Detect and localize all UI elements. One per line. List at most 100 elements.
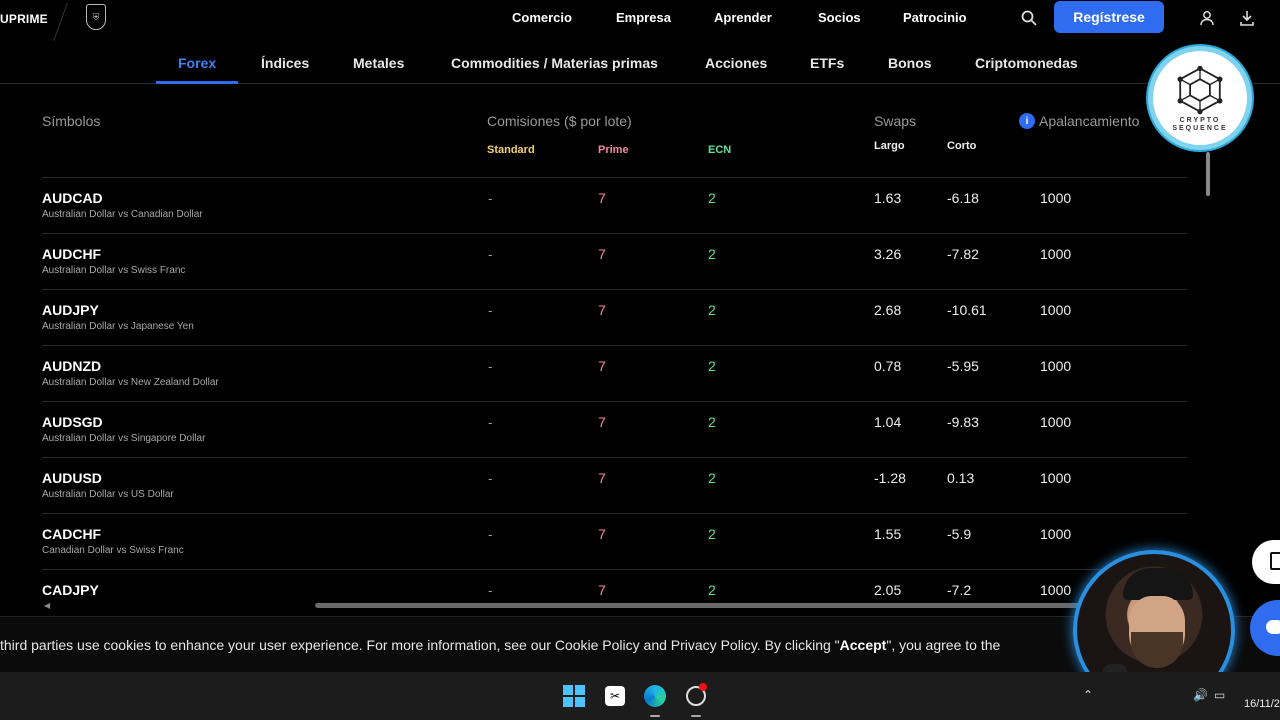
- nav-link-aprender[interactable]: Aprender: [714, 10, 772, 25]
- network-cube-icon: [1177, 65, 1223, 115]
- commission-standard: -: [488, 358, 493, 374]
- volume-icon[interactable]: 🔊: [1193, 688, 1208, 702]
- subheader-prime: Prime: [598, 144, 629, 156]
- symbol-code: AUDCAD: [42, 190, 103, 206]
- table-row[interactable]: AUDUSD Australian Dollar vs US Dollar - …: [42, 457, 1187, 513]
- commission-ecn: 2: [708, 526, 716, 542]
- top-navigation: UPRIME ⛨ Comercio Empresa Aprender Socio…: [0, 0, 1280, 41]
- download-icon[interactable]: [1237, 8, 1257, 28]
- symbol-code: AUDUSD: [42, 470, 102, 486]
- header-commissions: Comisiones ($ por lote): [487, 113, 632, 129]
- commission-prime: 7: [598, 414, 606, 430]
- tab-etfs[interactable]: ETFs: [810, 55, 844, 71]
- symbol-code: AUDJPY: [42, 302, 99, 318]
- table-row[interactable]: AUDJPY Australian Dollar vs Japanese Yen…: [42, 289, 1187, 345]
- subheader-corto: Corto: [947, 140, 977, 152]
- table-row[interactable]: AUDCAD Australian Dollar vs Canadian Dol…: [42, 177, 1187, 233]
- commission-ecn: 2: [708, 302, 716, 318]
- swap-long: -1.28: [874, 470, 906, 486]
- tab-indices[interactable]: Índices: [261, 55, 309, 71]
- tab-criptomonedas[interactable]: Criptomonedas: [975, 55, 1078, 71]
- cookie-accept-word: Accept: [839, 637, 887, 653]
- commission-standard: -: [488, 582, 493, 598]
- commission-ecn: 2: [708, 190, 716, 206]
- symbol-description: Australian Dollar vs US Dollar: [42, 489, 174, 500]
- swap-short: -10.61: [947, 302, 987, 318]
- commission-standard: -: [488, 470, 493, 486]
- windows-start-icon[interactable]: [562, 684, 586, 708]
- table-row[interactable]: AUDNZD Australian Dollar vs New Zealand …: [42, 345, 1187, 401]
- taskbar: ✂ ⌃ 🔊 ▭ 16/11/2: [0, 672, 1280, 720]
- commission-prime: 7: [598, 246, 606, 262]
- symbol-code: AUDSGD: [42, 414, 103, 430]
- crest-icon: ⛨: [86, 4, 106, 30]
- symbol-description: Australian Dollar vs Canadian Dollar: [42, 209, 203, 220]
- leverage-value: 1000: [1040, 526, 1072, 542]
- subheader-standard: Standard: [487, 144, 535, 156]
- header-symbols: Símbolos: [42, 113, 101, 129]
- table-row[interactable]: CADCHF Canadian Dollar vs Swiss Franc - …: [42, 513, 1187, 569]
- swap-short: -7.82: [947, 246, 979, 262]
- user-icon[interactable]: [1197, 8, 1217, 28]
- leverage-value: 1000: [1040, 246, 1072, 262]
- symbol-description: Canadian Dollar vs Swiss Franc: [42, 545, 184, 556]
- symbol-code: CADJPY: [42, 582, 99, 598]
- swap-long: 3.26: [874, 246, 902, 262]
- brand-divider: [53, 3, 68, 41]
- tray-chevron-icon[interactable]: ⌃: [1083, 688, 1093, 702]
- leverage-value: 1000: [1040, 358, 1072, 374]
- edge-active-indicator: [650, 715, 660, 717]
- logo-line-2: SEQUENCE: [1172, 125, 1228, 132]
- commission-prime: 7: [598, 302, 606, 318]
- leverage-value: 1000: [1040, 470, 1072, 486]
- tab-commodities[interactable]: Commodities / Materias primas: [451, 55, 658, 71]
- tab-bonos[interactable]: Bonos: [888, 55, 932, 71]
- edge-browser-icon[interactable]: [643, 684, 667, 708]
- table-row[interactable]: AUDSGD Australian Dollar vs Singapore Do…: [42, 401, 1187, 457]
- symbol-description: Australian Dollar vs New Zealand Dollar: [42, 377, 219, 388]
- side-widget-document-icon[interactable]: [1252, 540, 1280, 584]
- swap-short: -9.83: [947, 414, 979, 430]
- commission-prime: 7: [598, 470, 606, 486]
- clock-date[interactable]: 16/11/2: [1244, 698, 1280, 710]
- commission-prime: 7: [598, 582, 606, 598]
- register-button[interactable]: Regístrese: [1054, 1, 1164, 33]
- tab-acciones[interactable]: Acciones: [705, 55, 767, 71]
- commission-prime: 7: [598, 190, 606, 206]
- horizontal-scrollbar[interactable]: [315, 603, 1085, 608]
- category-tabs: Forex Índices Metales Commodities / Mate…: [0, 44, 1280, 84]
- subheader-largo: Largo: [874, 140, 905, 152]
- battery-icon[interactable]: ▭: [1214, 688, 1225, 702]
- tab-metales[interactable]: Metales: [353, 55, 404, 71]
- nav-link-socios[interactable]: Socios: [818, 10, 861, 25]
- capcut-icon[interactable]: ✂: [603, 684, 627, 708]
- commission-standard: -: [488, 414, 493, 430]
- active-tab-indicator: [156, 81, 238, 84]
- commission-ecn: 2: [708, 582, 716, 598]
- nav-link-comercio[interactable]: Comercio: [512, 10, 572, 25]
- swap-short: 0.13: [947, 470, 975, 486]
- symbol-description: Australian Dollar vs Swiss Franc: [42, 265, 186, 276]
- leverage-value: 1000: [1040, 302, 1072, 318]
- table-row[interactable]: AUDCHF Australian Dollar vs Swiss Franc …: [42, 233, 1187, 289]
- chrome-icon[interactable]: [684, 683, 708, 708]
- subheader-ecn: ECN: [708, 144, 732, 156]
- info-icon[interactable]: i: [1019, 113, 1035, 129]
- swap-long: 1.63: [874, 190, 902, 206]
- commission-standard: -: [488, 246, 493, 262]
- nav-link-empresa[interactable]: Empresa: [616, 10, 671, 25]
- leverage-value: 1000: [1040, 190, 1072, 206]
- logo-line-1: CRYPTO: [1179, 117, 1221, 124]
- vertical-scrollbar[interactable]: [1206, 152, 1210, 196]
- commission-ecn: 2: [708, 414, 716, 430]
- symbol-description: Australian Dollar vs Japanese Yen: [42, 321, 194, 332]
- leverage-value: 1000: [1040, 582, 1072, 598]
- tab-forex[interactable]: Forex: [178, 55, 216, 71]
- header-swaps: Swaps: [874, 113, 917, 129]
- scroll-left-arrow-icon[interactable]: ◀: [44, 601, 50, 610]
- search-icon[interactable]: [1019, 8, 1039, 28]
- commission-standard: -: [488, 302, 493, 318]
- nav-link-patrocinio[interactable]: Patrocinio: [903, 10, 967, 25]
- commission-standard: -: [488, 526, 493, 542]
- brand-logo[interactable]: UPRIME: [0, 12, 48, 26]
